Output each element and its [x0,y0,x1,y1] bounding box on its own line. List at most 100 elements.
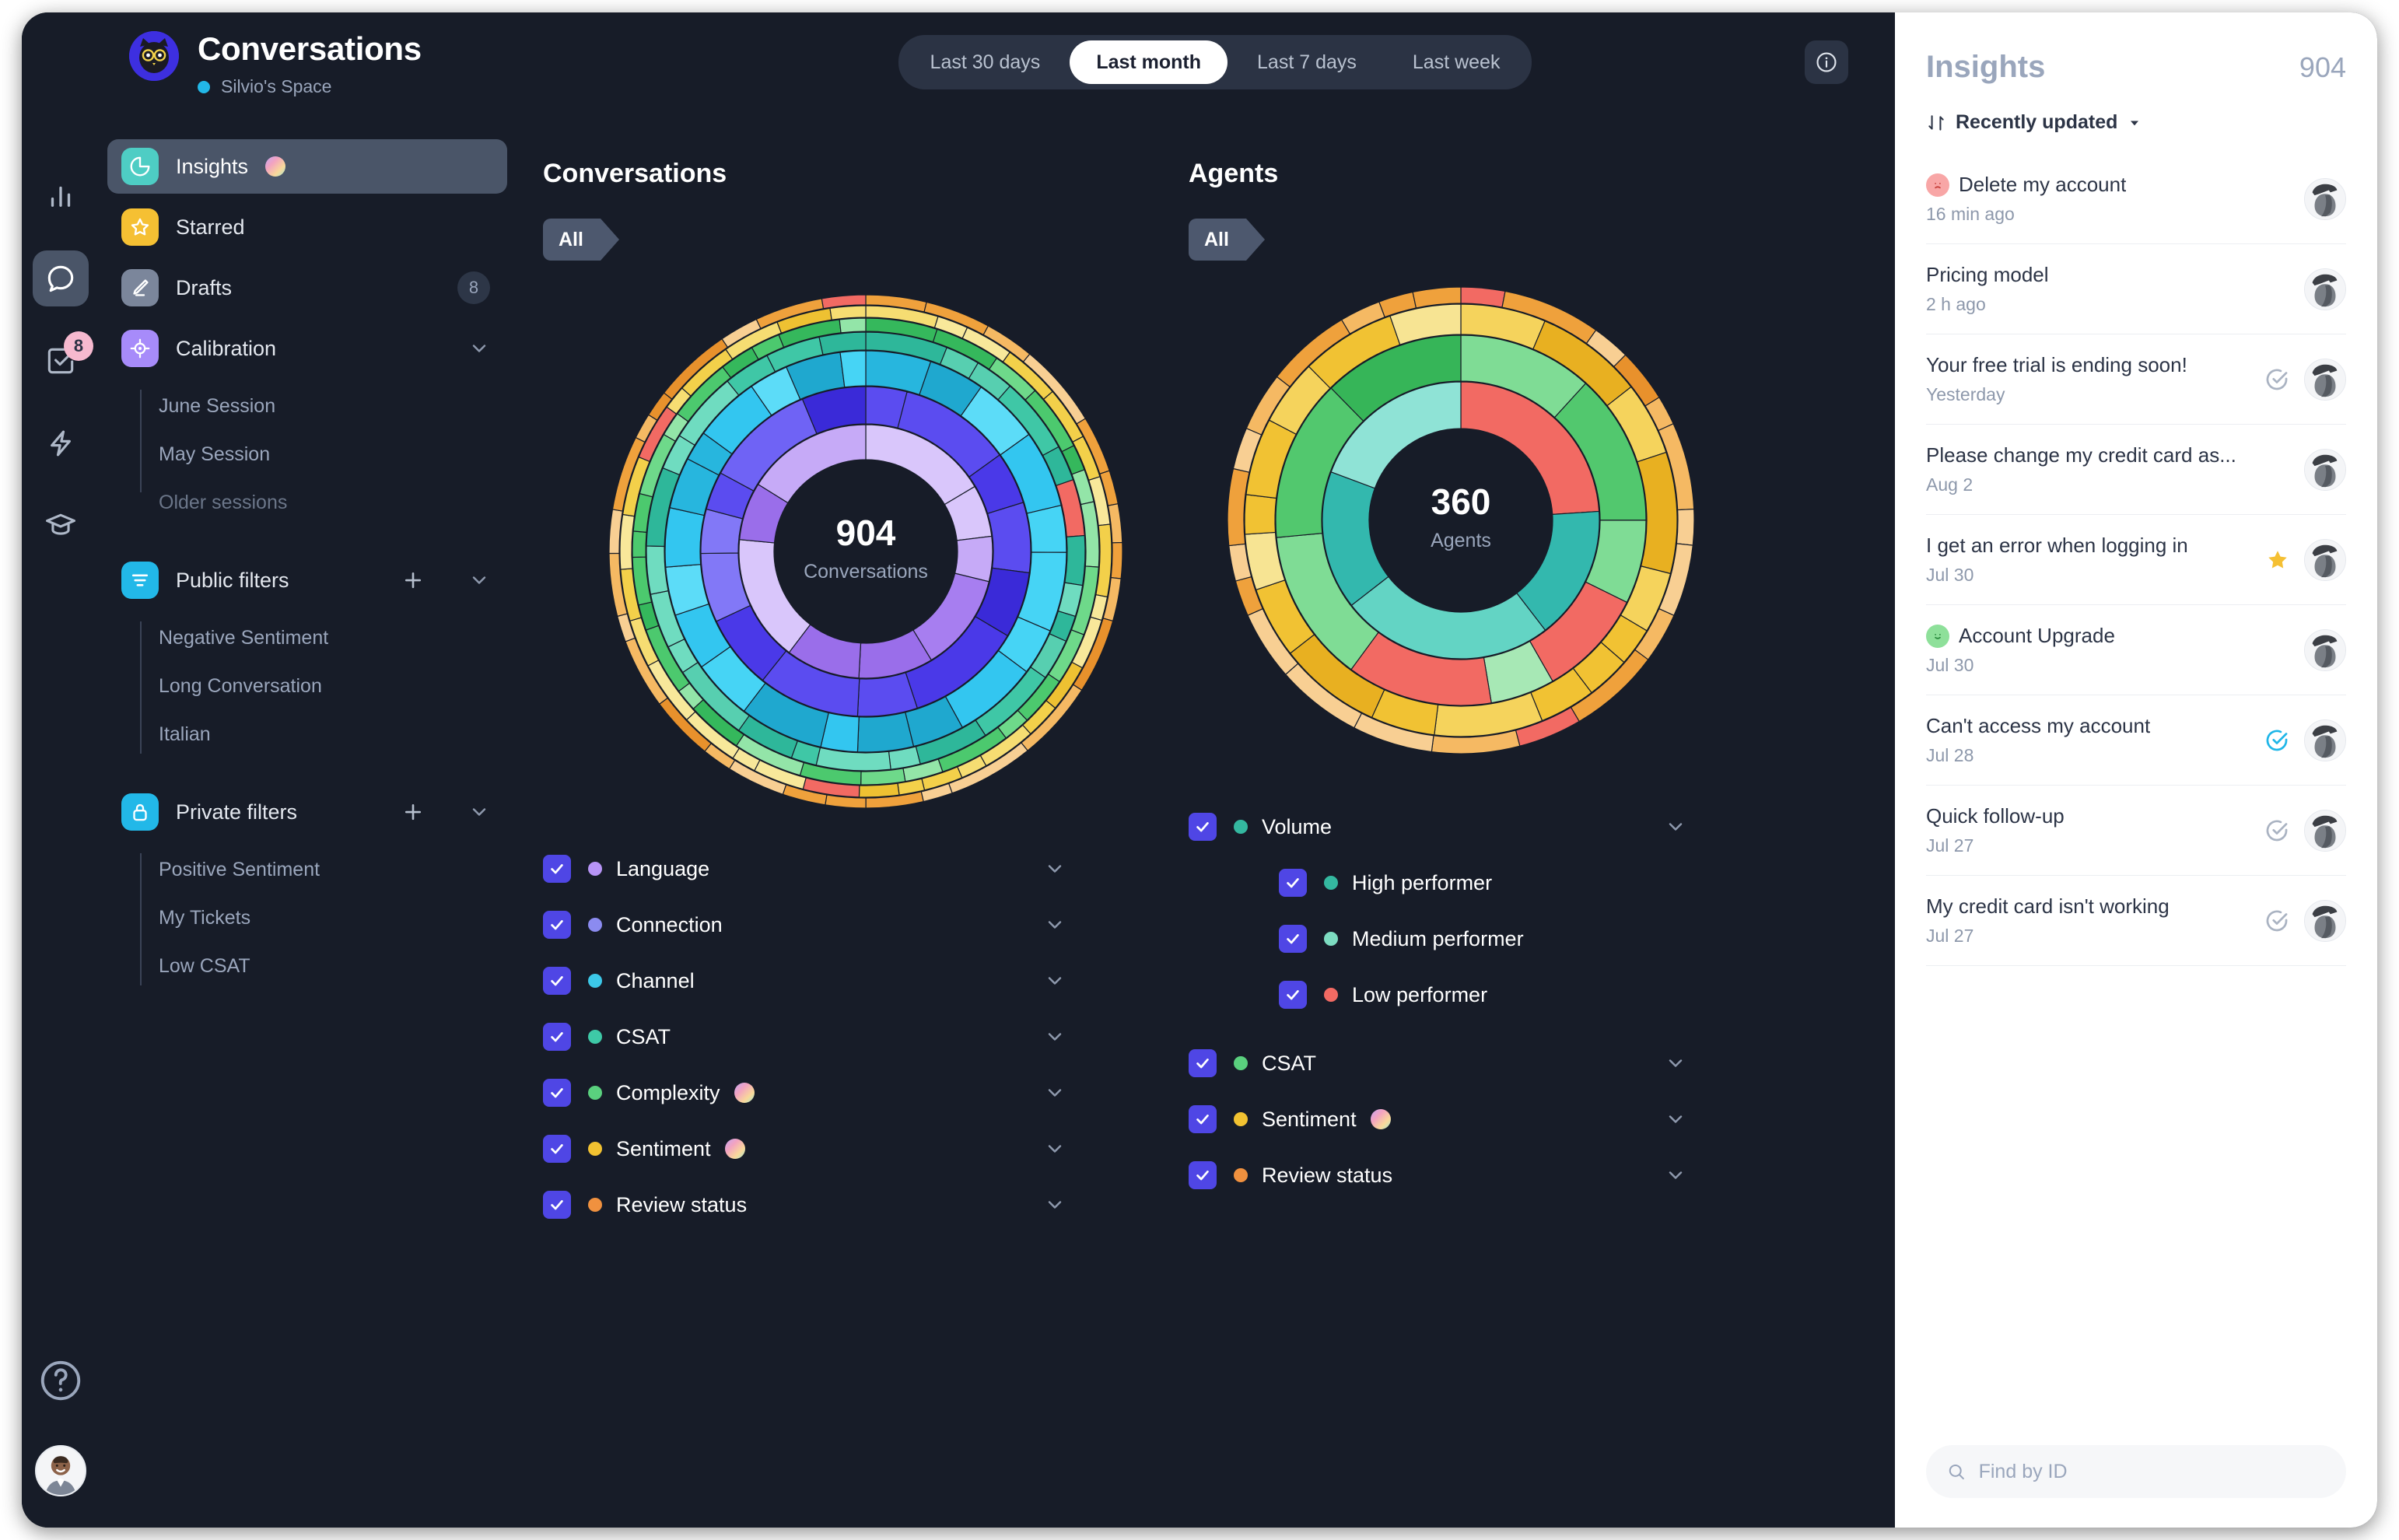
legend-row-complexity[interactable]: Complexity [543,1065,1087,1121]
review-check-icon[interactable] [2264,908,2290,934]
user-avatar[interactable] [35,1445,86,1496]
chevron-down-icon[interactable] [1044,1138,1066,1160]
legend-checkbox[interactable] [1189,813,1217,841]
legend-row-volume[interactable]: Volume [1189,799,1686,855]
sidebar-item-older-sessions[interactable]: Older sessions [159,478,507,527]
review-check-icon[interactable] [2264,817,2290,844]
insights-list[interactable]: Delete my account 16 min ago Pricing mod… [1895,154,2377,1425]
legend-checkbox[interactable] [1279,869,1307,897]
legend-checkbox[interactable] [543,1079,571,1107]
chevron-down-icon[interactable] [468,801,490,823]
star-icon[interactable] [2265,548,2290,572]
chevron-down-icon[interactable] [468,569,490,591]
chevron-down-icon[interactable] [1665,1108,1686,1130]
legend-checkbox[interactable] [543,967,571,995]
agents-breadcrumb-chip[interactable]: All [1189,219,1265,261]
sunburst-segment[interactable] [829,305,867,320]
sunburst-segment[interactable] [619,513,636,570]
sidebar-item-low-csat[interactable]: Low CSAT [159,942,507,990]
list-item[interactable]: Pricing model 2 h ago [1926,244,2346,334]
conversations-breadcrumb-chip[interactable]: All [543,219,619,261]
legend-row-low-performer[interactable]: Low performer [1189,967,1686,1023]
legend-row-agents-csat[interactable]: CSAT [1189,1035,1686,1091]
legend-checkbox[interactable] [543,1023,571,1051]
app-logo-icon[interactable] [129,31,179,81]
rail-item-tasks[interactable]: 8 [33,331,93,389]
list-item[interactable]: Account Upgrade Jul 30 [1926,605,2346,695]
chevron-down-icon[interactable] [1665,1164,1686,1186]
sunburst-segment[interactable] [1026,504,1067,553]
list-item-avatar[interactable] [2304,899,2346,942]
chevron-down-icon[interactable] [1044,1194,1066,1216]
legend-row-review-status[interactable]: Review status [543,1177,1087,1233]
chevron-down-icon[interactable] [1044,914,1066,936]
review-check-icon[interactable] [2264,727,2290,754]
legend-row-channel[interactable]: Channel [543,953,1087,1009]
chevron-down-icon[interactable] [1044,970,1066,992]
sidebar-item-insights[interactable]: Insights [107,139,507,194]
list-item-avatar[interactable] [2304,268,2346,310]
legend-checkbox[interactable] [1189,1049,1217,1077]
legend-row-sentiment[interactable]: Sentiment [543,1121,1087,1177]
rail-item-learning[interactable] [33,498,89,554]
rail-item-automations[interactable] [33,415,89,471]
chevron-down-icon[interactable] [1665,816,1686,838]
list-item[interactable]: My credit card isn't working Jul 27 [1926,876,2346,966]
sunburst-segment[interactable] [1110,541,1122,579]
legend-row-language[interactable]: Language [543,841,1087,897]
sidebar-item-drafts[interactable]: Drafts 8 [107,261,507,315]
list-item-avatar[interactable] [2304,448,2346,491]
legend-checkbox[interactable] [1279,981,1307,1009]
tab-last-30-days[interactable]: Last 30 days [904,40,1067,84]
list-item[interactable]: I get an error when logging in Jul 30 [1926,515,2346,605]
sidebar-group-private-filters[interactable]: Private filters [107,785,507,839]
legend-checkbox[interactable] [543,1191,571,1219]
legend-checkbox[interactable] [543,911,571,939]
chevron-down-icon[interactable] [1044,1026,1066,1048]
list-item[interactable]: Can't access my account Jul 28 [1926,695,2346,786]
legend-checkbox[interactable] [543,855,571,883]
sidebar-item-italian[interactable]: Italian [159,710,507,758]
add-public-filter-button[interactable] [401,569,429,592]
rail-item-analytics[interactable] [33,168,89,224]
sunburst-segment[interactable] [839,317,867,334]
legend-checkbox[interactable] [1279,925,1307,953]
legend-row-connection[interactable]: Connection [543,897,1087,953]
legend-row-medium-performer[interactable]: Medium performer [1189,911,1686,967]
list-item[interactable]: Your free trial is ending soon! Yesterda… [1926,334,2346,425]
chevron-down-icon[interactable] [468,338,490,359]
sidebar-item-may-session[interactable]: May Session [159,430,507,478]
list-item-avatar[interactable] [2304,538,2346,581]
legend-checkbox[interactable] [1189,1105,1217,1133]
sidebar-item-june-session[interactable]: June Session [159,382,507,430]
insights-sort-dropdown[interactable]: Recently updated [1926,111,2346,134]
sidebar-item-positive-sentiment[interactable]: Positive Sentiment [159,845,507,894]
list-item-avatar[interactable] [2304,177,2346,220]
sidebar-item-negative-sentiment[interactable]: Negative Sentiment [159,614,507,662]
list-item[interactable]: Delete my account 16 min ago [1926,154,2346,244]
legend-checkbox[interactable] [1189,1161,1217,1189]
sunburst-segment[interactable] [1244,494,1277,535]
legend-row-agents-sentiment[interactable]: Sentiment [1189,1091,1686,1147]
sidebar-item-long-conversation[interactable]: Long Conversation [159,662,507,710]
tab-last-week[interactable]: Last week [1386,40,1527,84]
agents-sunburst-chart[interactable]: 360 Agents [1228,287,1694,754]
legend-row-agents-review-status[interactable]: Review status [1189,1147,1686,1203]
sidebar-item-calibration[interactable]: Calibration [107,321,507,376]
sunburst-segment[interactable] [664,507,705,568]
chevron-down-icon[interactable] [1044,1082,1066,1104]
sunburst-segment[interactable] [858,782,900,798]
legend-checkbox[interactable] [543,1135,571,1163]
list-item-avatar[interactable] [2304,628,2346,671]
find-by-id-search[interactable] [1926,1445,2346,1498]
space-selector[interactable]: Silvio's Space [198,76,422,97]
info-button[interactable] [1805,40,1848,84]
list-item-avatar[interactable] [2304,719,2346,761]
sunburst-segment[interactable] [632,530,647,558]
conversations-sunburst-chart[interactable]: 904 Conversations [609,295,1122,808]
tab-last-month[interactable]: Last month [1070,40,1228,84]
sidebar-item-my-tickets[interactable]: My Tickets [159,894,507,942]
add-private-filter-button[interactable] [401,800,429,824]
help-circle-icon[interactable] [37,1356,85,1405]
sunburst-segment[interactable] [1064,534,1086,586]
